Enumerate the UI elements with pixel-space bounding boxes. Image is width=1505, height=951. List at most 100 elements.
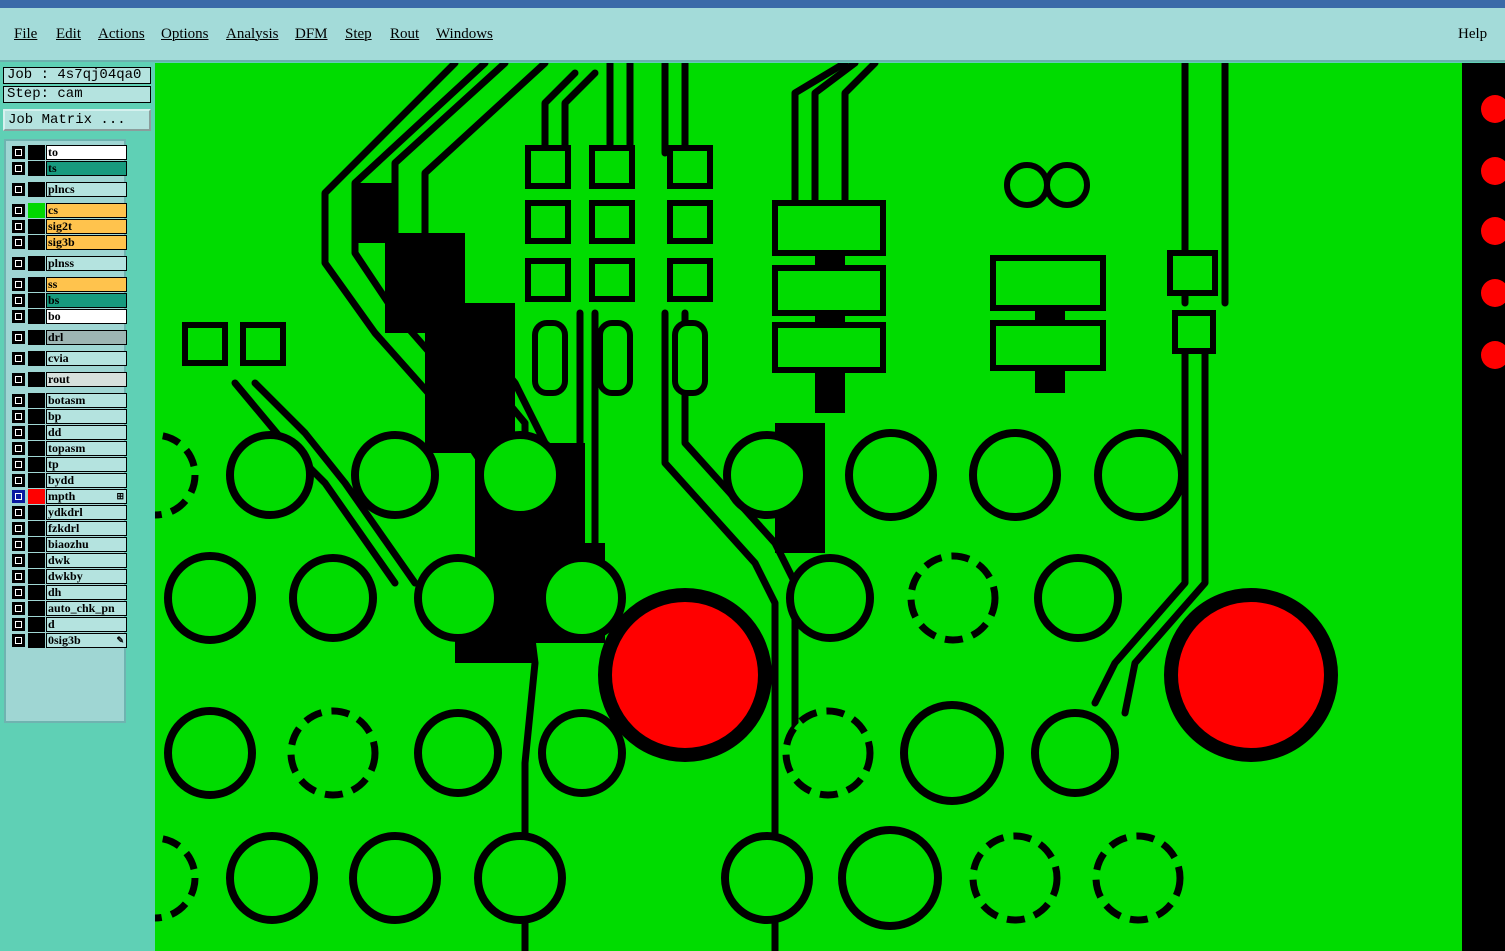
layer-checkbox[interactable] (12, 410, 25, 423)
layer-color-swatch[interactable] (28, 457, 45, 472)
layer-name[interactable]: cs (46, 203, 127, 218)
layer-row-dwkby[interactable]: dwkby (10, 569, 128, 584)
layer-color-swatch[interactable] (28, 601, 45, 616)
layer-name[interactable]: 0sig3b ✎ (46, 633, 127, 648)
layer-name[interactable]: bydd (46, 473, 127, 488)
layer-color-swatch[interactable] (28, 441, 45, 456)
layer-row-tp[interactable]: tp (10, 457, 128, 472)
layer-checkbox[interactable] (12, 204, 25, 217)
layer-checkbox[interactable] (12, 474, 25, 487)
job-matrix-button[interactable]: Job Matrix ... (3, 109, 151, 131)
layer-row-ss[interactable]: ss (10, 277, 128, 292)
menu-edit[interactable]: Edit (56, 26, 81, 43)
layer-row-drl[interactable]: drl (10, 330, 128, 345)
layer-color-swatch[interactable] (28, 161, 45, 176)
layer-color-swatch[interactable] (28, 293, 45, 308)
layer-name[interactable]: dwkby (46, 569, 127, 584)
layer-checkbox[interactable] (12, 458, 25, 471)
layer-checkbox[interactable] (12, 490, 25, 503)
layer-checkbox[interactable] (12, 331, 25, 344)
layer-name[interactable]: auto_chk_pn (46, 601, 127, 616)
layer-name[interactable]: botasm (46, 393, 127, 408)
menu-step[interactable]: Step (345, 26, 372, 43)
layer-row-biaozhu[interactable]: biaozhu (10, 537, 128, 552)
layer-name[interactable]: d (46, 617, 127, 632)
layer-name[interactable]: fzkdrl (46, 521, 127, 536)
layer-checkbox[interactable] (12, 220, 25, 233)
layer-name[interactable]: sig2t (46, 219, 127, 234)
layer-row-ydkdrl[interactable]: ydkdrl (10, 505, 128, 520)
layer-name[interactable]: topasm (46, 441, 127, 456)
layer-color-swatch[interactable] (28, 409, 45, 424)
layer-name[interactable]: ts (46, 161, 127, 176)
layer-checkbox[interactable] (12, 146, 25, 159)
menu-dfm[interactable]: DFM (295, 26, 328, 43)
menu-help[interactable]: Help (1458, 26, 1487, 43)
layer-row-mpth[interactable]: mpth ⊞ (10, 489, 128, 504)
layer-name[interactable]: plncs (46, 182, 127, 197)
layer-color-swatch[interactable] (28, 219, 45, 234)
layer-row-auto_chk_pn[interactable]: auto_chk_pn (10, 601, 128, 616)
layer-color-swatch[interactable] (28, 505, 45, 520)
layer-checkbox[interactable] (12, 506, 25, 519)
layer-row-botasm[interactable]: botasm (10, 393, 128, 408)
layer-color-swatch[interactable] (28, 372, 45, 387)
layer-color-swatch[interactable] (28, 256, 45, 271)
layer-color-swatch[interactable] (28, 145, 45, 160)
layer-checkbox[interactable] (12, 442, 25, 455)
layer-row-sig2t[interactable]: sig2t (10, 219, 128, 234)
layer-row-rout[interactable]: rout (10, 372, 128, 387)
layer-checkbox[interactable] (12, 618, 25, 631)
layer-color-swatch[interactable] (28, 473, 45, 488)
layer-row-cvia[interactable]: cvia (10, 351, 128, 366)
layer-color-swatch[interactable] (28, 330, 45, 345)
layer-checkbox[interactable] (12, 373, 25, 386)
layer-checkbox[interactable] (12, 394, 25, 407)
layer-row-to[interactable]: to (10, 145, 128, 160)
menu-windows[interactable]: Windows (436, 26, 493, 43)
layer-row-plnss[interactable]: plnss (10, 256, 128, 271)
layer-name[interactable]: dh (46, 585, 127, 600)
layer-row-bp[interactable]: bp (10, 409, 128, 424)
layer-name[interactable]: drl (46, 330, 127, 345)
layer-color-swatch[interactable] (28, 182, 45, 197)
layer-color-swatch[interactable] (28, 393, 45, 408)
layer-color-swatch[interactable] (28, 425, 45, 440)
layer-color-swatch[interactable] (28, 553, 45, 568)
layer-checkbox[interactable] (12, 278, 25, 291)
layer-row-bydd[interactable]: bydd (10, 473, 128, 488)
layer-checkbox[interactable] (12, 522, 25, 535)
layer-color-swatch[interactable] (28, 309, 45, 324)
layer-checkbox[interactable] (12, 538, 25, 551)
layer-name[interactable]: rout (46, 372, 127, 387)
layer-row-0sig3b[interactable]: 0sig3b ✎ (10, 633, 128, 648)
layer-color-swatch[interactable] (28, 569, 45, 584)
graphic-canvas[interactable] (155, 63, 1505, 951)
layer-row-plncs[interactable]: plncs (10, 182, 128, 197)
layer-checkbox[interactable] (12, 183, 25, 196)
layer-color-swatch[interactable] (28, 235, 45, 250)
layer-name[interactable]: tp (46, 457, 127, 472)
layer-row-dd[interactable]: dd (10, 425, 128, 440)
layer-name[interactable]: bs (46, 293, 127, 308)
layer-row-ts[interactable]: ts (10, 161, 128, 176)
layer-row-topasm[interactable]: topasm (10, 441, 128, 456)
layer-row-bo[interactable]: bo (10, 309, 128, 324)
layer-color-swatch[interactable] (28, 277, 45, 292)
layer-row-cs[interactable]: cs (10, 203, 128, 218)
layer-checkbox[interactable] (12, 602, 25, 615)
layer-color-swatch[interactable] (28, 489, 45, 504)
layer-name[interactable]: dwk (46, 553, 127, 568)
layer-checkbox[interactable] (12, 294, 25, 307)
layer-checkbox[interactable] (12, 162, 25, 175)
layer-color-swatch[interactable] (28, 537, 45, 552)
layer-row-bs[interactable]: bs (10, 293, 128, 308)
layer-row-d[interactable]: d (10, 617, 128, 632)
menu-actions[interactable]: Actions (98, 26, 145, 43)
layer-checkbox[interactable] (12, 586, 25, 599)
menu-file[interactable]: File (14, 26, 37, 43)
layer-name[interactable]: bo (46, 309, 127, 324)
layer-checkbox[interactable] (12, 570, 25, 583)
layer-checkbox[interactable] (12, 352, 25, 365)
layer-name[interactable]: ydkdrl (46, 505, 127, 520)
